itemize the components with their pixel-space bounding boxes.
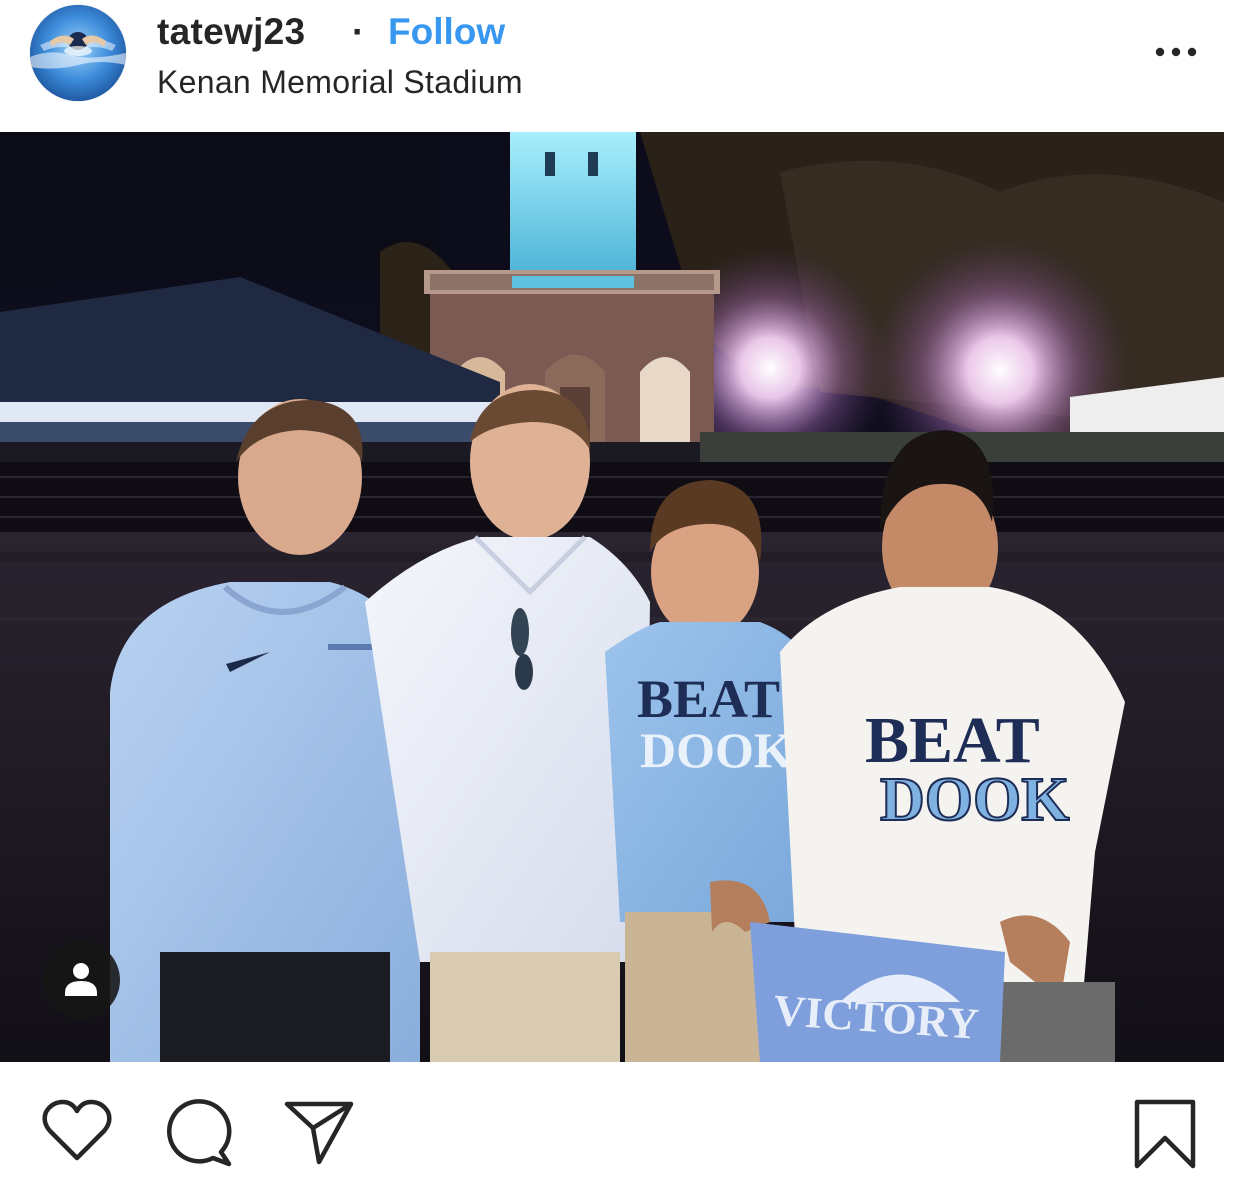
shirt-text-dook-1: DOOK (640, 722, 793, 778)
follow-button[interactable]: Follow (388, 8, 505, 56)
bookmark-icon[interactable] (1133, 1098, 1197, 1170)
user-tags-icon[interactable] (42, 941, 120, 1019)
action-bar (0, 1062, 1236, 1193)
paper-plane-icon[interactable] (283, 1098, 355, 1166)
comment-bubble-icon[interactable] (163, 1098, 235, 1168)
photo-edge (1224, 132, 1236, 1062)
location-link[interactable]: Kenan Memorial Stadium (157, 60, 523, 104)
heart-icon[interactable] (40, 1098, 114, 1164)
post-photo[interactable]: BEAT DOOK BEAT DOOK VICTORY (0, 132, 1224, 1062)
post-header: tatewj23 · Follow Kenan Memorial Stadium (0, 0, 1236, 132)
header-separator: · (352, 11, 365, 52)
shirt-text-beat-1: BEAT (637, 669, 780, 729)
shirt-text-dook-2: DOOK (880, 766, 1069, 834)
more-options-icon[interactable] (1150, 36, 1206, 66)
username-link[interactable]: tatewj23 (157, 8, 305, 56)
profile-avatar[interactable] (30, 5, 126, 101)
